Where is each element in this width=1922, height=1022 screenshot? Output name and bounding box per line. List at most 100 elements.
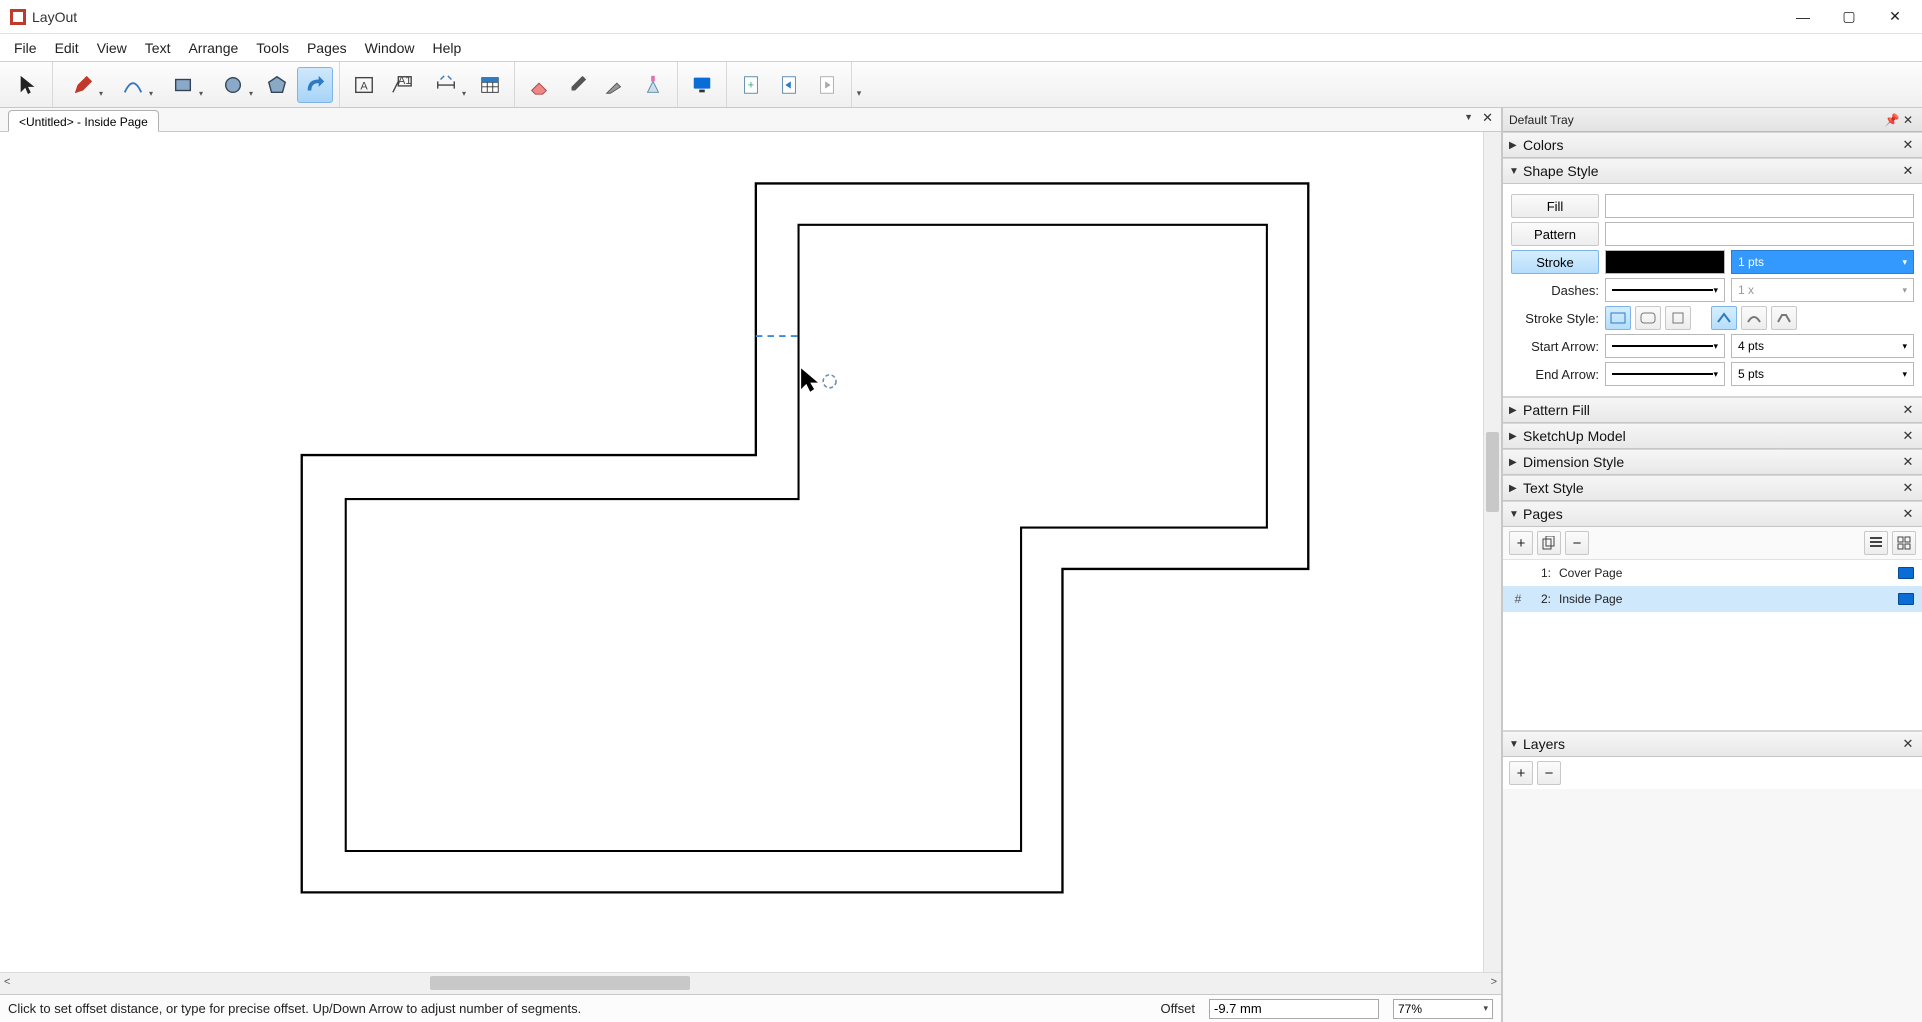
panel-dimension-style-label: Dimension Style [1521,454,1900,470]
fill-toggle-button[interactable]: Fill [1511,194,1599,218]
panel-pattern-fill-head[interactable]: ▶ Pattern Fill ✕ [1503,397,1922,423]
chevron-right-icon: ▶ [1509,457,1521,468]
join-round-button[interactable] [1741,306,1767,330]
document-tab[interactable]: <Untitled> - Inside Page [8,110,159,132]
add-page-button[interactable]: + [733,67,769,103]
next-page-button[interactable] [809,67,845,103]
panel-pages-close[interactable]: ✕ [1900,506,1916,522]
page-list-view-button[interactable] [1864,531,1888,555]
offset-input[interactable] [1209,999,1379,1019]
line-tool-button[interactable]: ▾ [59,67,107,103]
chevron-right-icon: ▶ [1509,140,1521,151]
status-bar: Click to set offset distance, or type fo… [0,994,1501,1022]
menu-help[interactable]: Help [424,36,469,60]
label-tool-button[interactable]: A1 [384,67,420,103]
layer-remove-button[interactable]: − [1537,761,1561,785]
panel-layers-close[interactable]: ✕ [1900,736,1916,752]
end-arrow-select[interactable]: ▾ [1605,362,1725,386]
cap-round-button[interactable] [1635,306,1661,330]
start-arrow-size-select[interactable]: 4 pts▾ [1731,334,1914,358]
join-miter-button[interactable] [1711,306,1737,330]
horizontal-scrollbar[interactable]: <> [0,972,1501,994]
panel-colors-head[interactable]: ▶ Colors ✕ [1503,132,1922,158]
split-tool-button[interactable] [597,67,633,103]
chevron-down-icon: ▼ [1509,509,1521,520]
svg-text:A: A [360,80,368,92]
panel-colors-label: Colors [1521,137,1900,153]
end-arrow-size-select[interactable]: 5 pts▾ [1731,362,1914,386]
panel-sketchup-model-head[interactable]: ▶ SketchUp Model ✕ [1503,423,1922,449]
menu-pages[interactable]: Pages [299,36,355,60]
page-duplicate-button[interactable] [1537,531,1561,555]
rectangle-tool-button[interactable]: ▾ [159,67,207,103]
canvas[interactable]: <> [0,132,1501,994]
page-item-num: 2: [1533,592,1551,606]
select-tool-button[interactable] [10,67,46,103]
panel-pattern-fill-close[interactable]: ✕ [1900,402,1916,418]
style-eyedropper-button[interactable] [559,67,595,103]
offset-tool-button[interactable] [297,67,333,103]
window-close-button[interactable]: ✕ [1872,2,1918,32]
page-remove-button[interactable]: − [1565,531,1589,555]
tab-close-button[interactable]: ✕ [1482,110,1493,126]
pattern-toggle-button[interactable]: Pattern [1511,222,1599,246]
eraser-tool-button[interactable] [521,67,557,103]
tab-list-dropdown[interactable]: ▼ [1464,112,1473,122]
window-maximize-button[interactable]: ▢ [1826,2,1872,32]
toolbar-overflow-button[interactable]: ▾ [852,67,866,103]
panel-sketchup-model-close[interactable]: ✕ [1900,428,1916,444]
table-tool-button[interactable] [472,67,508,103]
dimension-tool-button[interactable]: ▾ [422,67,470,103]
stroke-width-select[interactable]: 1 pts▾ [1731,250,1914,274]
stroke-color-swatch[interactable] [1605,250,1725,274]
cap-flat-button[interactable] [1605,306,1631,330]
panel-text-style-head[interactable]: ▶ Text Style ✕ [1503,475,1922,501]
panel-dimension-style-head[interactable]: ▶ Dimension Style ✕ [1503,449,1922,475]
page-add-button[interactable]: + [1509,531,1533,555]
dash-scale-select[interactable]: 1 x▾ [1731,278,1914,302]
start-arrow-select[interactable]: ▾ [1605,334,1725,358]
join-tool-button[interactable] [635,67,671,103]
panel-shape-style-label: Shape Style [1521,163,1900,179]
menu-text[interactable]: Text [137,36,179,60]
pattern-swatch[interactable] [1605,222,1914,246]
polygon-icon [266,74,288,96]
circle-tool-button[interactable]: ▾ [209,67,257,103]
panel-text-style-close[interactable]: ✕ [1900,480,1916,496]
drawing-area [10,142,1481,970]
panel-layers-head[interactable]: ▼ Layers ✕ [1503,731,1922,757]
stroke-toggle-button[interactable]: Stroke [1511,250,1599,274]
table-icon [479,74,501,96]
panel-pages-head[interactable]: ▼ Pages ✕ [1503,501,1922,527]
vertical-scrollbar[interactable] [1483,132,1501,972]
tray-close-button[interactable]: ✕ [1900,113,1916,127]
menu-tools[interactable]: Tools [248,36,297,60]
menu-window[interactable]: Window [357,36,423,60]
tray-title-bar[interactable]: Default Tray 📌 ✕ [1503,108,1922,132]
menu-edit[interactable]: Edit [47,36,87,60]
cap-square-button[interactable] [1665,306,1691,330]
panel-colors-close[interactable]: ✕ [1900,137,1916,153]
text-tool-button[interactable]: A [346,67,382,103]
previous-page-button[interactable] [771,67,807,103]
polygon-tool-button[interactable] [259,67,295,103]
layer-add-button[interactable]: + [1509,761,1533,785]
panel-dimension-style-close[interactable]: ✕ [1900,454,1916,470]
window-minimize-button[interactable]: — [1780,2,1826,32]
arc-tool-button[interactable]: ▾ [109,67,157,103]
dashes-select[interactable]: ▾ [1605,278,1725,302]
menu-view[interactable]: View [89,36,135,60]
panel-shape-style-body: Fill Pattern Stroke 1 pts▾ Dashes: ▾ 1 x… [1503,184,1922,397]
page-thumb-view-button[interactable] [1892,531,1916,555]
page-item-cover[interactable]: 1: Cover Page [1503,560,1922,586]
panel-shape-style-head[interactable]: ▼ Shape Style ✕ [1503,158,1922,184]
menu-arrange[interactable]: Arrange [180,36,246,60]
join-bevel-button[interactable] [1771,306,1797,330]
fill-swatch[interactable] [1605,194,1914,218]
page-item-inside[interactable]: # 2: Inside Page [1503,586,1922,612]
menu-file[interactable]: File [6,36,45,60]
presentation-button[interactable] [684,67,720,103]
tray-pin-button[interactable]: 📌 [1884,113,1900,127]
zoom-select[interactable]: 77%▾ [1393,999,1493,1019]
panel-shape-style-close[interactable]: ✕ [1900,163,1916,179]
